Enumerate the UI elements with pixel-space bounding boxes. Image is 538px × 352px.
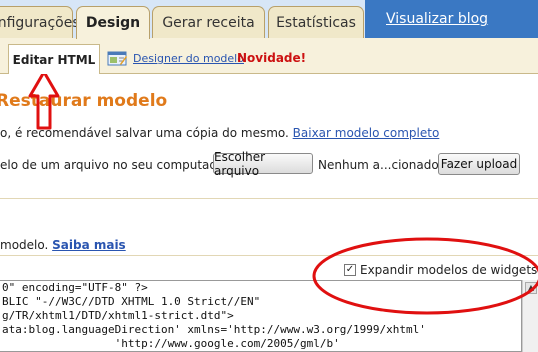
- tab-design[interactable]: Design: [76, 6, 150, 39]
- expand-widgets-label: Expandir modelos de widgets: [360, 263, 538, 277]
- download-template-link[interactable]: Baixar modelo completo: [293, 126, 440, 140]
- subtab-edit-html[interactable]: Editar HTML: [8, 44, 100, 74]
- tab-stats[interactable]: Estatísticas: [268, 6, 364, 38]
- code-line: 'http://www.google.com/2005/gml/b': [2, 337, 340, 350]
- section-title-restore: Restaurar modelo: [0, 91, 168, 111]
- tab-label: Configurações: [0, 14, 80, 31]
- designer-icon[interactable]: [107, 51, 127, 66]
- code-line: 0" encoding="UTF-8" ?>: [2, 281, 148, 294]
- section-divider: [0, 255, 538, 256]
- code-line: ata:blog.languageDirection' xmlns='http:…: [2, 323, 426, 336]
- view-blog-link[interactable]: Visualizar blog: [386, 11, 488, 27]
- no-file-status: Nenhum a...cionado: [318, 158, 439, 172]
- edit-template-description: modelo. Saiba mais: [0, 238, 126, 252]
- learn-more-link[interactable]: Saiba mais: [52, 238, 126, 252]
- edit-template-text: modelo.: [0, 238, 53, 252]
- tab-settings[interactable]: Configurações: [0, 6, 80, 38]
- section-divider: [0, 198, 538, 199]
- backup-text: o, é recomendável salvar uma cópia do me…: [0, 126, 293, 140]
- upload-button[interactable]: Fazer upload: [438, 153, 520, 175]
- upload-label: elo de um arquivo no seu computador:: [0, 158, 234, 172]
- expand-widgets-checkbox[interactable]: ✓: [344, 264, 356, 276]
- tab-label: Gerar receita: [162, 14, 255, 31]
- backup-description: o, é recomendável salvar uma cópia do me…: [0, 126, 439, 140]
- scroll-up-arrow-icon[interactable]: ▲: [525, 282, 537, 294]
- tab-monetize[interactable]: Gerar receita: [152, 6, 265, 38]
- new-badge: Novidade!: [237, 51, 307, 65]
- html-code-editor[interactable]: 0" encoding="UTF-8" ?> BLIC "-//W3C//DTD…: [0, 280, 522, 352]
- editor-scrollbar[interactable]: ▲: [522, 280, 538, 352]
- tab-label: Design: [85, 15, 141, 31]
- template-designer-link[interactable]: Designer do modelo: [133, 52, 244, 65]
- code-line: g/TR/xhtml1/DTD/xhtml1-strict.dtd">: [2, 309, 234, 322]
- choose-file-button[interactable]: Escolher arquivo: [213, 150, 313, 178]
- code-line: BLIC "-//W3C//DTD XHTML 1.0 Strict//EN": [2, 295, 261, 308]
- tab-label: Estatísticas: [276, 14, 356, 31]
